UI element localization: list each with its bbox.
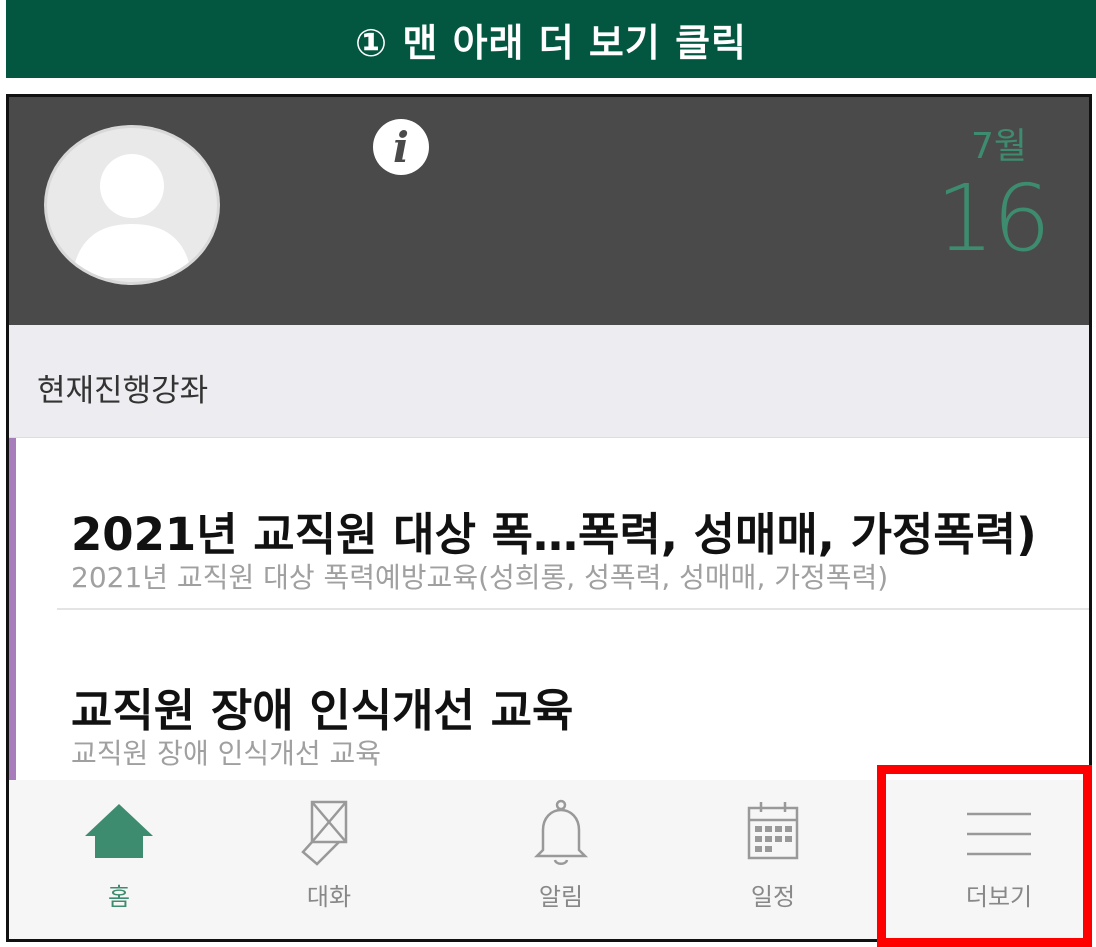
home-icon [85,804,153,858]
course-subtitle: 2021년 교직원 대상 폭력예방교육(성희롱, 성폭력, 성매매, 가정폭력) [71,561,889,594]
tab-label: 홈 [107,883,131,911]
course-list: 2021년 교직원 대상 폭…폭력, 성매매, 가정폭력) 2021년 교직원 … [9,438,1089,780]
date-day: 16 [935,165,1051,272]
course-subtitle: 교직원 장애 인식개선 교육 [71,737,382,770]
profile-header: i 7월 16 [9,97,1089,325]
tab-home[interactable]: 홈 [19,780,219,939]
bell-icon [533,799,589,865]
user-silhouette-icon [72,154,192,278]
envelope-icon [301,800,348,866]
tab-alerts[interactable]: 알림 [461,780,661,939]
section-title: 현재진행강좌 [37,373,209,409]
tab-label: 대화 [306,883,352,911]
tab-schedule[interactable]: 일정 [673,780,873,939]
avatar[interactable] [44,125,220,285]
highlight-box [877,765,1092,947]
tab-chat[interactable]: 대화 [229,780,429,939]
tab-label: 일정 [750,883,796,911]
calendar-icon [747,802,799,860]
info-icon[interactable]: i [373,119,429,175]
course-title: 2021년 교직원 대상 폭…폭력, 성매매, 가정폭력) [71,508,1037,561]
list-accent-bar [9,438,16,780]
section-header: 현재진행강좌 [9,325,1089,438]
course-title: 교직원 장애 인식개선 교육 [71,684,574,737]
tab-label: 알림 [538,883,584,911]
date-month: 7월 [970,126,1027,167]
list-item[interactable]: 교직원 장애 인식개선 교육 교직원 장애 인식개선 교육 [57,610,1089,780]
instruction-banner: ① 맨 아래 더 보기 클릭 [6,0,1096,78]
list-item[interactable]: 2021년 교직원 대상 폭…폭력, 성매매, 가정폭력) 2021년 교직원 … [57,438,1089,610]
instruction-text: ① 맨 아래 더 보기 클릭 [354,20,747,65]
